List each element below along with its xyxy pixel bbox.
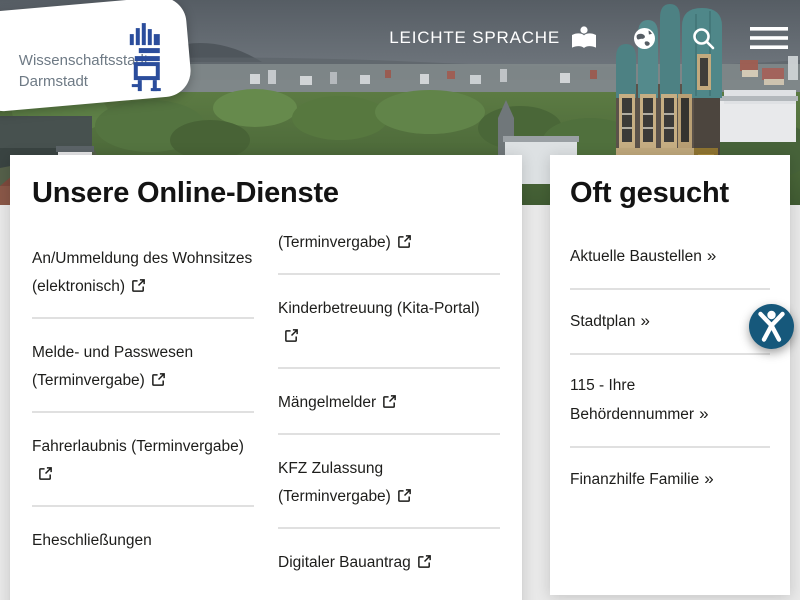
accessibility-person-icon [749,304,794,349]
hochzeitsturm-logo-icon [127,22,167,94]
often-searched-link[interactable]: Stadtplan » [570,313,650,330]
service-link[interactable]: Fahrerlaubnis (Terminvergabe) [32,438,244,483]
online-services-columns: An/Ummeldung des Wohnsitzes (elektronisc… [32,225,500,593]
service-list-item: Mängelmelder [278,367,500,433]
accessibility-button[interactable] [749,304,794,349]
service-list-item: Eheschließungen [32,505,254,571]
often-searched-list: Aktuelle Baustellen » Stadtplan » 115 - Ih… [570,225,770,511]
service-list-item: Melde- und Passwesen (Terminvergabe) [32,317,254,411]
service-link[interactable]: Eheschließungen [32,532,152,549]
often-searched-label: 115 - Ihre Behördennummer [570,377,694,423]
external-link-icon [284,328,299,343]
online-services-title: Unsere Online-Dienste [32,175,500,211]
leichte-sprache-link[interactable]: LEICHTE SPRACHE [389,24,598,52]
service-list-item: Digitaler Bauantrag [278,527,500,593]
service-link-label: Fahrerlaubnis (Terminvergabe) [32,438,244,455]
service-link-label: Melde- und Passwesen (Terminvergabe) [32,344,193,389]
service-link-label: (Terminvergabe) [278,234,391,251]
service-link-label: Mängelmelder [278,394,376,411]
online-services-card: Unsere Online-Dienste An/Ummeldung des W… [10,155,522,600]
chevron-right-icon: » [641,311,650,330]
page: Wissenschaftsstadt Darmstadt [0,0,800,600]
often-searched-label: Finanzhilfe Familie [570,471,699,488]
online-services-column-1: An/Ummeldung des Wohnsitzes (elektronisc… [32,225,254,593]
search-icon[interactable] [691,26,716,51]
external-link-icon [397,234,412,249]
service-link-label: Eheschließungen [32,532,152,549]
chevron-right-icon: » [707,246,716,265]
top-navigation: LEICHTE SPRACHE [389,22,788,54]
service-link[interactable]: (Terminvergabe) [278,234,412,251]
external-link-icon [417,554,432,569]
service-link-label: KFZ Zulassung (Terminvergabe) [278,460,391,505]
service-list-item: An/Ummeldung des Wohnsitzes (elektronisc… [32,225,254,317]
service-list-item: (Terminvergabe) [278,209,500,273]
external-link-icon [38,466,53,481]
menu-icon[interactable] [750,26,788,50]
online-services-column-2: (Terminvergabe) Kinderbetreuung (Kita-Po… [278,209,500,593]
external-link-icon [151,372,166,387]
often-searched-label: Aktuelle Baustellen [570,248,702,265]
external-link-icon [397,488,412,503]
often-searched-item: Finanzhilfe Familie » [570,446,770,511]
globe-icon[interactable] [632,26,657,51]
often-searched-label: Stadtplan [570,313,636,330]
often-searched-card: Oft gesucht Aktuelle Baustellen » Stadtpl… [550,155,790,595]
often-searched-item: Aktuelle Baustellen » [570,225,770,288]
often-searched-item: 115 - Ihre Behördennummer » [570,353,770,446]
service-list-item: KFZ Zulassung (Terminvergabe) [278,433,500,527]
often-searched-title: Oft gesucht [570,175,770,211]
city-logo[interactable]: Wissenschaftsstadt Darmstadt [0,0,193,113]
service-link[interactable]: An/Ummeldung des Wohnsitzes (elektronisc… [32,250,252,295]
service-link[interactable]: Mängelmelder [278,394,397,411]
service-link-label: Kinderbetreuung (Kita-Portal) [278,300,480,317]
often-searched-item: Stadtplan » [570,288,770,353]
service-link[interactable]: KFZ Zulassung (Terminvergabe) [278,460,412,505]
chevron-right-icon: » [704,469,713,488]
service-link[interactable]: Kinderbetreuung (Kita-Portal) [278,300,480,345]
service-link[interactable]: Melde- und Passwesen (Terminvergabe) [32,344,193,389]
service-list-item: Fahrerlaubnis (Terminvergabe) [32,411,254,505]
leichte-sprache-book-icon [570,24,598,52]
often-searched-link[interactable]: Aktuelle Baustellen » [570,248,716,265]
external-link-icon [131,278,146,293]
leichte-sprache-label: LEICHTE SPRACHE [389,28,560,48]
external-link-icon [382,394,397,409]
city-logo-inner: Wissenschaftsstadt Darmstadt [0,4,189,104]
chevron-right-icon: » [699,404,708,423]
often-searched-link[interactable]: 115 - Ihre Behördennummer» [570,406,748,423]
service-link-label: Digitaler Bauantrag [278,554,411,571]
service-list-item: Kinderbetreuung (Kita-Portal) [278,273,500,367]
often-searched-link[interactable]: Finanzhilfe Familie » [570,471,714,488]
service-link[interactable]: Digitaler Bauantrag [278,554,432,571]
